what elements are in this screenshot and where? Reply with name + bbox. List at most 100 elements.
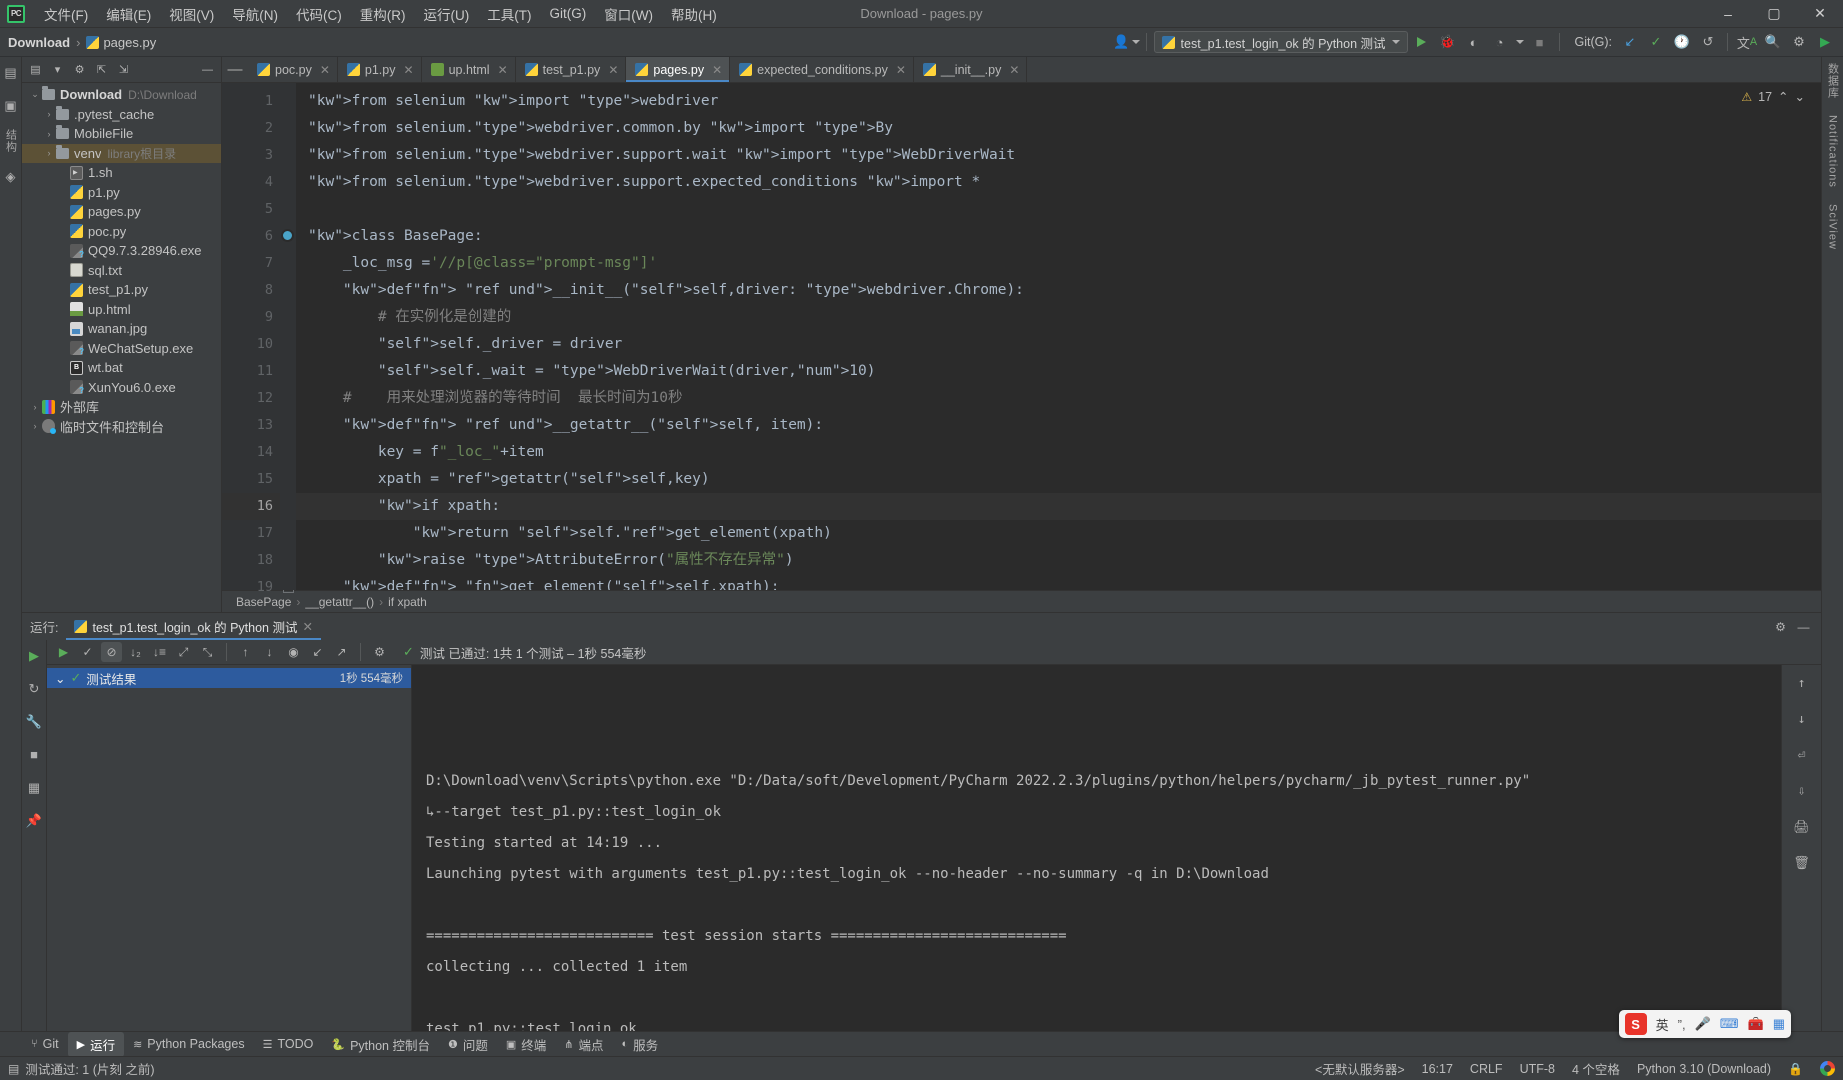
punctuation-icon[interactable]: ”, <box>1678 1017 1686 1032</box>
user-avatar-icon[interactable]: 👤 <box>1113 31 1140 53</box>
run-icon[interactable]: ▶ <box>25 646 44 665</box>
track-running-icon[interactable]: ◉ <box>283 642 304 662</box>
status-caret-position[interactable]: 16:17 <box>1422 1062 1453 1076</box>
bottom-tool-TODO[interactable]: ☰ TODO <box>254 1034 323 1054</box>
settings-icon[interactable]: ⚙ <box>1787 31 1811 53</box>
bottom-tool-运行[interactable]: ▶ 运行 <box>67 1031 125 1057</box>
bottom-tool-Python Packages[interactable]: ≋ Python Packages <box>124 1034 254 1054</box>
menu-refactor[interactable]: 重构(R) <box>351 1 415 27</box>
bottom-tool-端点[interactable]: ⋔ 端点 <box>555 1032 612 1057</box>
gear-icon[interactable]: ⚙ <box>1770 617 1791 637</box>
hide-panel-icon[interactable]: — <box>1793 617 1814 637</box>
export-tests-icon[interactable]: ↗ <box>331 642 352 662</box>
editor-tab[interactable]: pages.py ✕ <box>626 57 731 82</box>
keyboard-icon[interactable]: ⌨ <box>1720 1016 1739 1032</box>
scroll-up-icon[interactable]: ↑ <box>1792 673 1812 693</box>
run-session-tab[interactable]: test_p1.test_login_ok 的 Python 测试 ✕ <box>66 613 320 640</box>
tree-node[interactable]: sql.txt <box>22 261 221 281</box>
show-ignored-icon[interactable]: ⊘ <box>101 642 122 662</box>
git-update-icon[interactable]: ↙ <box>1618 31 1642 53</box>
chevron-down-icon[interactable]: ⌄ <box>55 671 65 686</box>
print-icon[interactable]: 🖨 <box>1792 817 1812 837</box>
tree-node[interactable]: 1.sh <box>22 163 221 183</box>
git-history-icon[interactable]: 🕐 <box>1670 31 1694 53</box>
right-tool-label-notifications[interactable]: Notifications <box>1827 115 1839 188</box>
show-passed-icon[interactable]: ✓ <box>77 642 98 662</box>
status-line-separator[interactable]: CRLF <box>1470 1062 1503 1076</box>
tree-node[interactable]: QQ9.7.3.28946.exe <box>22 241 221 261</box>
status-message[interactable]: 测试通过: 1 (片刻 之前) <box>25 1059 154 1078</box>
collapse-all-icon[interactable]: ⤡ <box>197 642 218 662</box>
bottom-tool-Git[interactable]: ⑂ Git <box>22 1034 68 1054</box>
chevron-up-icon[interactable]: ⌃ <box>1778 89 1788 104</box>
bottom-tool-服务[interactable]: ◐ 服务 <box>613 1032 668 1057</box>
tree-node[interactable]: poc.py <box>22 222 221 242</box>
tree-node[interactable]: › 外部库 <box>22 397 221 417</box>
close-icon[interactable]: ✕ <box>404 63 414 77</box>
menu-navigate[interactable]: 导航(N) <box>223 1 287 27</box>
editor-tab[interactable]: expected_conditions.py ✕ <box>730 57 914 82</box>
chevron-down-icon[interactable]: ⌄ <box>1795 89 1805 104</box>
tree-node[interactable]: pages.py <box>22 202 221 222</box>
menu-git[interactable]: Git(G) <box>541 3 596 24</box>
close-icon[interactable]: ✕ <box>608 63 618 77</box>
run-class-gutter-icon[interactable] <box>281 229 294 242</box>
ime-toolbar[interactable]: S 英 ”, 🎤 ⌨ 🧰 ▦ <box>1618 1010 1791 1038</box>
editor-tab[interactable]: poc.py ✕ <box>248 57 338 82</box>
code-line[interactable]: "kw">def"fn"> "fn">get_element("self">se… <box>296 574 1821 590</box>
sogou-logo-icon[interactable]: S <box>1624 1013 1647 1035</box>
right-tool-label-database[interactable]: 数据库 <box>1825 63 1841 99</box>
hide-tabs-icon[interactable]: — <box>222 57 248 82</box>
menu-edit[interactable]: 编辑(E) <box>97 1 160 27</box>
close-icon[interactable]: ✕ <box>498 63 508 77</box>
gear-icon[interactable]: ⚙ <box>70 60 89 79</box>
editor-tab[interactable]: up.html ✕ <box>422 57 516 82</box>
lock-icon[interactable]: 🔒 <box>1788 1062 1803 1076</box>
maximize-button[interactable]: ▢ <box>1751 0 1797 28</box>
test-settings-icon[interactable]: ⚙ <box>369 642 390 662</box>
stop-icon[interactable]: ■ <box>25 745 44 764</box>
scroll-to-end-icon[interactable]: ⇩ <box>1792 781 1812 801</box>
minimize-button[interactable]: – <box>1705 0 1751 28</box>
code-line[interactable]: key = f"_loc_"+item <box>296 439 1821 466</box>
sort-by-duration-icon[interactable]: ↓≡ <box>149 642 170 662</box>
test-results-tree[interactable]: ⌄ ✓ 测试结果 1秒 554毫秒 <box>47 665 412 1031</box>
code-line[interactable]: "kw">class BasePage: <box>296 223 1821 250</box>
soft-wrap-icon[interactable]: ⏎ <box>1792 745 1812 765</box>
breadcrumb-statement[interactable]: if xpath <box>388 595 427 609</box>
close-icon[interactable]: ✕ <box>1009 63 1019 77</box>
tree-node[interactable]: › .pytest_cache <box>22 105 221 125</box>
ime-mode-label[interactable]: 英 <box>1656 1015 1669 1034</box>
sort-alphabetically-icon[interactable]: ↓₂ <box>125 642 146 662</box>
collapse-all-icon[interactable]: ⇱ <box>92 60 111 79</box>
left-tool-label-structure[interactable]: 结构 <box>3 129 19 153</box>
coverage-icon[interactable]: ◐ <box>1462 31 1486 53</box>
tree-node[interactable]: test_p1.py <box>22 280 221 300</box>
run-icon[interactable] <box>1410 31 1434 53</box>
chevron-right-icon[interactable]: › <box>42 129 56 139</box>
code-line[interactable]: "kw">from selenium."type">webdriver.comm… <box>296 115 1821 142</box>
console-output[interactable]: ↑ ↓ ⏎ ⇩ 🖨 🗑 D:\Download\venv\Scripts\pyt… <box>412 665 1821 1031</box>
mic-icon[interactable]: 🎤 <box>1695 1016 1711 1032</box>
menu-run[interactable]: 运行(U) <box>415 1 479 27</box>
tree-node[interactable]: XunYou6.0.exe <box>22 378 221 398</box>
chevron-right-icon[interactable]: › <box>42 148 56 158</box>
code-line[interactable]: "kw">raise "type">AttributeError("属性不存在异… <box>296 547 1821 574</box>
menu-tools[interactable]: 工具(T) <box>478 1 540 27</box>
bottom-tool-Python 控制台[interactable]: 🐍 Python 控制台 <box>322 1032 439 1057</box>
code-line[interactable]: "kw">if xpath: <box>296 493 1821 520</box>
menu-view[interactable]: 视图(V) <box>160 1 223 27</box>
breadcrumb-method[interactable]: __getattr__() <box>305 595 374 609</box>
code-line[interactable]: "kw">return "self">self."ref">get_elemen… <box>296 520 1821 547</box>
code-line[interactable]: "kw">def"fn"> "ref und">__init__("self">… <box>296 277 1821 304</box>
tree-node[interactable]: WeChatSetup.exe <box>22 339 221 359</box>
close-button[interactable]: ✕ <box>1797 0 1843 28</box>
code-line[interactable]: # 用来处理浏览器的等待时间 最长时间为10秒 <box>296 385 1821 412</box>
status-indent[interactable]: 4 个空格 <box>1572 1059 1620 1078</box>
breadcrumb-project[interactable]: Download <box>8 35 70 50</box>
code-line[interactable]: xpath = "ref">getattr("self">self,key) <box>296 466 1821 493</box>
close-icon[interactable]: ✕ <box>302 619 312 634</box>
toolbox-icon[interactable]: 🧰 <box>1748 1016 1764 1032</box>
editor-tab[interactable]: test_p1.py ✕ <box>516 57 627 82</box>
project-tool-icon[interactable]: ▤ <box>1 63 20 82</box>
